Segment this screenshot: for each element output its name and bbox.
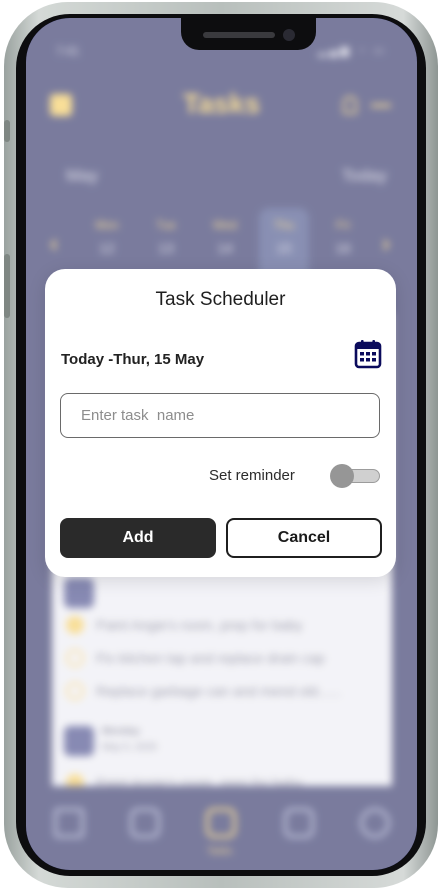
task-name-input[interactable] xyxy=(60,393,380,438)
toggle-knob xyxy=(330,464,354,488)
front-camera xyxy=(283,29,295,41)
phone-volume-button xyxy=(4,254,10,318)
reminder-label: Set reminder xyxy=(209,467,295,484)
phone-side-button xyxy=(4,120,10,142)
speaker xyxy=(203,32,275,38)
task-scheduler-dialog: Task Scheduler Today -Thur, 15 May Set r… xyxy=(45,269,396,577)
dialog-title: Task Scheduler xyxy=(155,289,286,310)
notch xyxy=(181,18,316,50)
add-button[interactable]: Add xyxy=(60,518,216,558)
selected-date: Today -Thur, 15 May xyxy=(61,351,205,368)
reminder-toggle[interactable] xyxy=(330,464,382,488)
cancel-button[interactable]: Cancel xyxy=(226,518,382,558)
calendar-icon[interactable] xyxy=(354,339,382,369)
